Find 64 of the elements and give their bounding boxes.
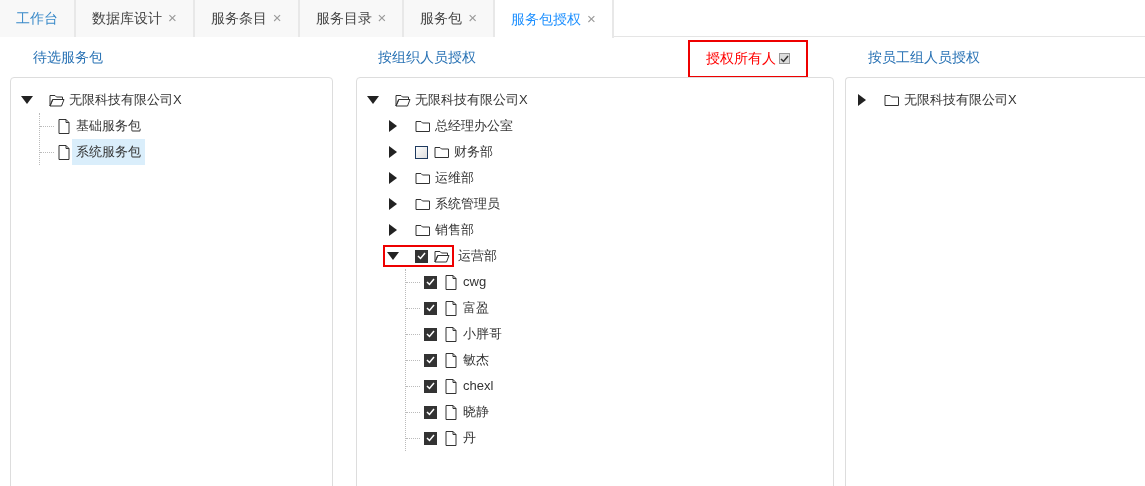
tree-node-label[interactable]: 敏杰 <box>459 347 493 373</box>
file-icon <box>445 300 457 316</box>
caret-right-icon[interactable] <box>387 120 399 132</box>
open-folder-icon <box>49 93 65 107</box>
authorize-all-label: 授权所有人 <box>706 49 776 68</box>
panel-title: 按员工组人员授权 <box>868 47 980 67</box>
file-icon <box>445 404 457 420</box>
tab[interactable]: 工作台 <box>0 0 76 37</box>
folder-icon <box>415 223 431 237</box>
folder-icon <box>415 119 431 133</box>
checkbox[interactable] <box>424 353 437 367</box>
file-icon <box>445 352 457 368</box>
panel-title: 待选服务包 <box>33 47 103 67</box>
file-icon <box>445 378 457 394</box>
tree-node-label[interactable]: 小胖哥 <box>459 321 506 347</box>
checkbox[interactable] <box>424 431 437 445</box>
file-icon <box>445 430 457 446</box>
tree-node-label[interactable]: chexl <box>459 373 498 399</box>
tree-node-label[interactable]: 财务部 <box>450 139 497 165</box>
tree-node-label[interactable]: 系统服务包 <box>72 139 145 165</box>
folder-icon <box>415 171 431 185</box>
tree-node-label[interactable]: 系统管理员 <box>431 191 504 217</box>
checkbox[interactable] <box>779 53 790 64</box>
tree-node-label[interactable]: 总经理办公室 <box>431 113 517 139</box>
caret-right-icon[interactable] <box>387 146 399 158</box>
checkbox[interactable] <box>424 301 437 315</box>
tree-node-label[interactable]: 晓静 <box>459 399 493 425</box>
tree-node-label[interactable]: cwg <box>459 269 491 295</box>
tree-node-label[interactable]: 富盈 <box>459 295 493 321</box>
tree-node-label[interactable]: 运维部 <box>431 165 478 191</box>
checkbox[interactable] <box>424 327 437 341</box>
open-folder-icon <box>395 93 411 107</box>
file-icon <box>58 118 70 134</box>
checkbox[interactable] <box>415 145 428 159</box>
checkbox[interactable] <box>424 275 437 289</box>
checkbox[interactable] <box>424 379 437 393</box>
caret-right-icon[interactable] <box>387 198 399 210</box>
caret-right-icon[interactable] <box>856 94 868 106</box>
tab[interactable]: 服务目录 × <box>299 0 405 37</box>
caret-down-icon[interactable] <box>367 94 379 106</box>
folder-icon <box>884 93 900 107</box>
caret-right-icon[interactable] <box>387 172 399 184</box>
folder-icon <box>434 145 450 159</box>
tree-node-label[interactable]: 基础服务包 <box>72 113 145 139</box>
tree-node-label[interactable]: 丹 <box>459 425 480 451</box>
caret-right-icon[interactable] <box>387 224 399 236</box>
panel-title: 按组织人员授权 <box>378 47 476 67</box>
caret-down-icon[interactable] <box>387 250 399 262</box>
tree-node-label[interactable]: 无限科技有限公司X <box>411 87 532 113</box>
checkbox[interactable] <box>415 249 428 263</box>
file-icon <box>445 274 457 290</box>
tree-node-label[interactable]: 无限科技有限公司X <box>900 87 1021 113</box>
tab[interactable]: 数据库设计 × <box>76 0 195 37</box>
file-icon <box>58 144 70 160</box>
tab[interactable]: 服务包 × <box>404 0 496 37</box>
tree-node-label[interactable]: 销售部 <box>431 217 478 243</box>
tab[interactable]: 服务条目 × <box>194 0 300 37</box>
folder-icon <box>415 197 431 211</box>
tree-node-label[interactable]: 无限科技有限公司X <box>65 87 186 113</box>
tree-node-label[interactable]: 运营部 <box>454 243 501 269</box>
caret-down-icon[interactable] <box>21 94 33 106</box>
checkbox[interactable] <box>424 405 437 419</box>
file-icon <box>445 326 457 342</box>
open-folder-icon <box>434 249 450 263</box>
